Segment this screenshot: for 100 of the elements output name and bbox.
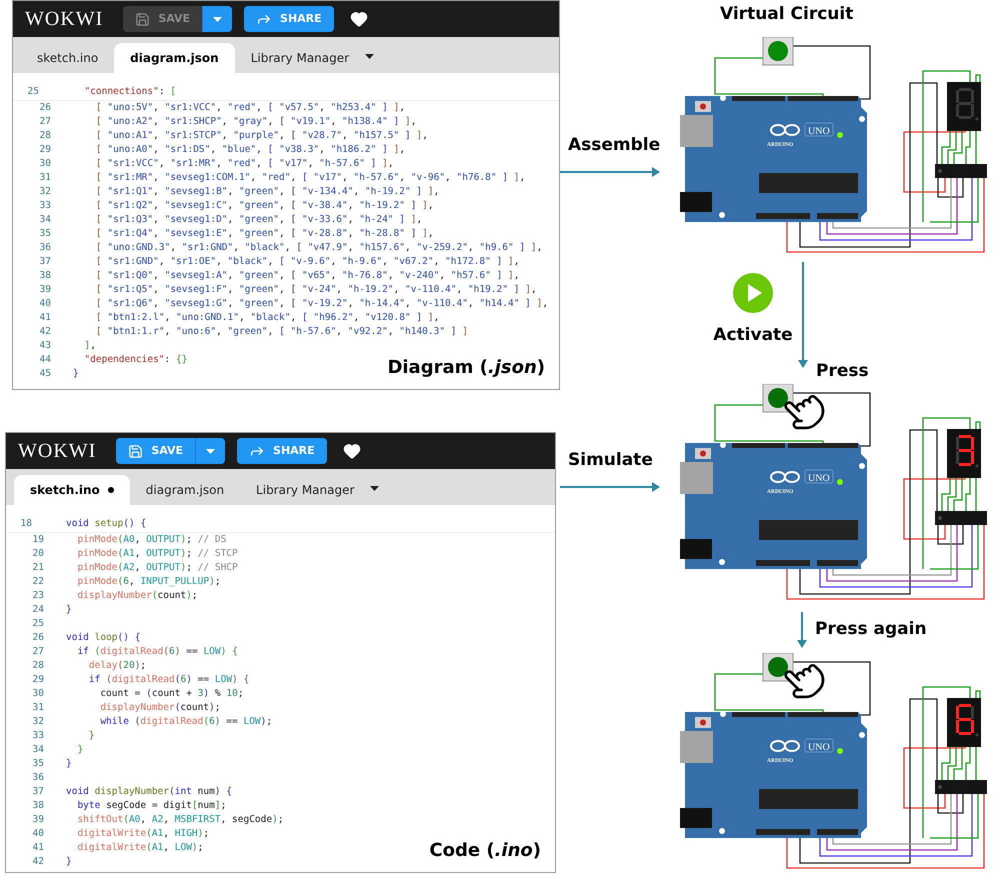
board-model-label: UNO bbox=[808, 473, 830, 484]
step-label: Assemble bbox=[568, 134, 660, 157]
code-line: "dependencies": {} bbox=[83, 352, 188, 367]
line-number: 38 bbox=[38, 268, 51, 283]
line-number: 29 bbox=[32, 672, 44, 687]
code-line: [ "btn1:2.l", "uno:GND.1", "black", [ "h96.2", "v120.8" ] ], bbox=[94, 310, 440, 325]
code-line: pinMode(A2, OUTPUT); // SHCP bbox=[76, 560, 238, 575]
code-line: [ "uno:A1", "sr1:STCP", "purple", [ "v28.7", "h157.5" ] ], bbox=[94, 128, 428, 143]
code-line: count = (count + 3) % 10; bbox=[99, 686, 244, 701]
save-options-button[interactable] bbox=[202, 6, 232, 32]
line-number: 43 bbox=[38, 338, 51, 353]
line-number: 38 bbox=[32, 798, 44, 813]
push-button[interactable] bbox=[762, 653, 794, 682]
shift-register-chip bbox=[935, 511, 987, 525]
code-line: [ "uno:5V", "sr1:VCC", "red", [ "v57.5", "h253.4" ] ], bbox=[94, 100, 406, 115]
shift-register-chip bbox=[935, 164, 987, 178]
code-line: [ "uno:A0", "sr1:DS", "blue", [ "v38.3", "h186.2" ] ], bbox=[94, 142, 406, 157]
code-line: if (digitalRead(6) == LOW) { bbox=[88, 672, 250, 687]
file-tab[interactable]: sketch.ino bbox=[21, 43, 114, 73]
line-number: 32 bbox=[38, 184, 51, 199]
code-line: [ "uno:A2", "sr1:SHCP", "gray", [ "v19.1", "h138.4" ] ], bbox=[94, 114, 416, 129]
line-number: 30 bbox=[32, 686, 44, 701]
code-line: [ "sr1:Q3", "sevseg1:D", "green", [ "v-33.6", "h-24" ] ], bbox=[94, 212, 422, 227]
code-line: } bbox=[66, 854, 72, 869]
file-tab[interactable]: diagram.json bbox=[130, 475, 240, 505]
code-line: byte segCode = digit[num]; bbox=[76, 798, 226, 813]
code-line: if (digitalRead(6) == LOW) { bbox=[76, 644, 238, 659]
code-line: [ "sr1:Q1", "sevseg1:B", "green", [ "v-134.4", "h-19.2" ] ], bbox=[94, 184, 440, 199]
code-line: while (digitalRead(6) == LOW); bbox=[99, 714, 272, 729]
code-line: pinMode(A0, OUTPUT); // DS bbox=[76, 532, 226, 547]
code-line: displayNumber(count); bbox=[76, 588, 198, 603]
line-number: 28 bbox=[32, 658, 44, 673]
code-line: [ "sr1:VCC", "sr1:MR", "red", [ "v17", "h-57.6" ] ], bbox=[94, 156, 394, 171]
shift-register-chip bbox=[935, 780, 987, 794]
line-number: 29 bbox=[38, 142, 51, 157]
line-number: 25 bbox=[26, 85, 39, 100]
push-button[interactable] bbox=[762, 384, 794, 412]
caret-icon[interactable] bbox=[370, 486, 380, 491]
step-label: Simulate bbox=[568, 449, 654, 472]
section-title: Virtual Circuit bbox=[720, 3, 854, 26]
code-line: delay(20); bbox=[88, 658, 146, 673]
heart-icon[interactable] bbox=[350, 10, 368, 28]
line-number: 37 bbox=[38, 254, 51, 269]
code-line: pinMode(6, INPUT_PULLUP); bbox=[76, 574, 221, 589]
line-number: 26 bbox=[38, 100, 51, 115]
caret-icon bbox=[213, 16, 222, 22]
line-number: 19 bbox=[32, 532, 44, 547]
code-line: [ "sr1:Q5", "sevseg1:F", "green", [ "v-24", "h-19.2", "v-110.4", "h19.2" ] ], bbox=[94, 282, 537, 297]
line-number: 45 bbox=[38, 366, 51, 381]
code-line: } bbox=[88, 728, 95, 743]
file-tab[interactable]: diagram.json bbox=[114, 43, 235, 73]
line-number: 37 bbox=[32, 784, 44, 799]
code-line: void loop() { bbox=[66, 630, 140, 645]
code-line: } bbox=[73, 366, 79, 381]
code-line: [ "sr1:Q2", "sevseg1:C", "green", [ "v-38.4", "h-19.2" ] ], bbox=[94, 198, 434, 213]
save-icon bbox=[128, 444, 144, 458]
heart-icon[interactable] bbox=[342, 442, 361, 460]
code-line: [ "btn1:1.r", "uno:6", "green", [ "h-57.6", "v92.2", "h140.3" ] ] bbox=[94, 324, 468, 339]
save-options-button[interactable] bbox=[195, 438, 226, 464]
line-number: 41 bbox=[32, 840, 44, 855]
line-number: 28 bbox=[38, 128, 51, 143]
line-number: 36 bbox=[38, 240, 51, 255]
line-number: 34 bbox=[38, 212, 51, 227]
line-number: 25 bbox=[32, 616, 44, 631]
step-label: Activate bbox=[713, 324, 793, 347]
file-tab[interactable]: Library Manager bbox=[240, 475, 370, 505]
code-line: [ "sr1:Q6", "sevseg1:G", "green", [ "v-19.2", "h-14.4", "v-110.4", "h14.4" ] ], bbox=[94, 296, 548, 311]
line-number: 23 bbox=[32, 588, 44, 603]
file-tab[interactable]: sketch.ino bbox=[14, 475, 130, 505]
line-number: 31 bbox=[32, 700, 44, 715]
line-number: 33 bbox=[32, 728, 44, 743]
code-line: } bbox=[66, 602, 72, 617]
line-number: 20 bbox=[32, 546, 44, 561]
wokwi-logo: WOKWI bbox=[18, 439, 96, 464]
step-label: Press again bbox=[815, 618, 927, 641]
code-line: shiftOut(A0, A2, MSBFIRST, segCode); bbox=[76, 812, 284, 827]
line-number: 32 bbox=[32, 714, 44, 729]
code-line: [ "sr1:GND", "sr1:OE", "black", [ "v-9.6", "h-9.6", "v67.2", "h172.8" ] ], bbox=[94, 254, 520, 269]
caret-icon[interactable] bbox=[365, 54, 374, 59]
line-number: 44 bbox=[38, 352, 51, 367]
code-line: "connections": [ bbox=[83, 85, 176, 100]
line-number: 35 bbox=[38, 226, 51, 241]
line-number: 18 bbox=[20, 517, 32, 532]
line-number: 26 bbox=[32, 630, 44, 645]
code-line: [ "sr1:MR", "sevseg1:COM.1", "red", [ "v17", "h-57.6", "v-96", "h76.8" ] ], bbox=[94, 170, 526, 185]
down-arrow bbox=[797, 612, 807, 648]
code-line: void setup() { bbox=[66, 517, 146, 532]
step-label: Press bbox=[816, 360, 869, 382]
line-number: 27 bbox=[32, 644, 44, 659]
line-number: 21 bbox=[32, 560, 44, 575]
file-tab[interactable]: Library Manager bbox=[234, 43, 366, 73]
line-number: 39 bbox=[38, 282, 51, 297]
line-number: 22 bbox=[32, 574, 44, 589]
line-number: 42 bbox=[32, 854, 44, 869]
line-number: 39 bbox=[32, 812, 44, 827]
code-line: [ "sr1:Q0", "sevseg1:A", "green", [ "v65", "h-76.8", "v-240", "h57.6" ] ], bbox=[94, 268, 520, 283]
code-line: [ "uno:GND.3", "sr1:GND", "black", [ "v47.9", "h157.6", "v-259.2", "h9.6" ] ], bbox=[94, 240, 542, 255]
wokwi-logo: WOKWI bbox=[25, 7, 104, 32]
board-model-label: UNO bbox=[808, 126, 830, 137]
line-number: 42 bbox=[38, 324, 51, 339]
